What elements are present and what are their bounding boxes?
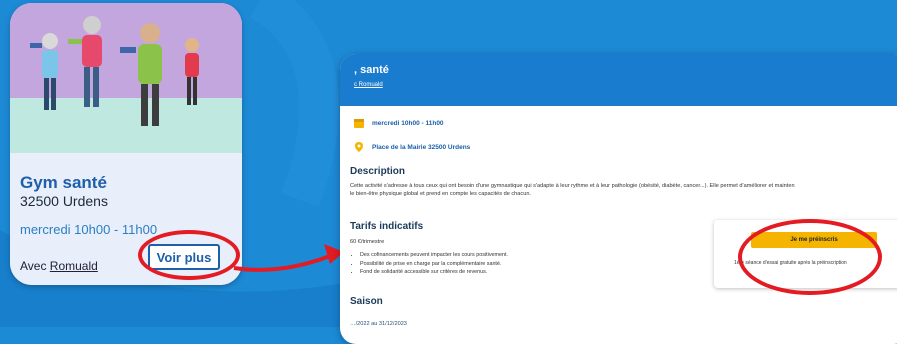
- tarifs-title: Tarifs indicatifs: [350, 221, 424, 232]
- description-title: Description: [350, 166, 406, 177]
- description-text-2: le bien-être physique global et prend en…: [350, 191, 531, 197]
- tarifs-item: Des cofinancements peuvent impacter les …: [360, 251, 508, 260]
- description-text: Cette activité s'adresse à tous ceux qui…: [350, 183, 795, 189]
- card-title: Gym santé: [20, 173, 107, 192]
- page-title: , santé: [354, 64, 389, 76]
- info-time-row: mercredi 10h00 - 11h00: [354, 118, 444, 128]
- coach-prefix: Avec: [20, 259, 50, 273]
- coach-link[interactable]: Romuald: [50, 259, 98, 273]
- calendar-icon: [354, 119, 364, 128]
- highlight-circle-preinscription: [738, 219, 882, 295]
- seniors-exercise-illustration: [10, 3, 242, 153]
- location-pin-icon: [355, 142, 363, 152]
- tarifs-item: Fond de solidarité accessible sur critèr…: [360, 268, 508, 277]
- saison-title: Saison: [350, 296, 383, 307]
- page-coach-link[interactable]: c Romuald: [354, 82, 383, 88]
- info-time: mercredi 10h00 - 11h00: [372, 119, 444, 127]
- card-time: mercredi 10h00 - 11h00: [20, 222, 158, 237]
- activity-detail-page: , santé c Romuald mercredi 10h00 - 11h00…: [340, 54, 897, 344]
- info-place-row: Place de la Mairie 32500 Urdens: [354, 142, 470, 152]
- tarifs-item: Possibilité de prise en charge par la co…: [360, 260, 508, 269]
- page-coach: c Romuald: [354, 82, 383, 88]
- card-coach: Avec Romuald: [20, 259, 98, 273]
- info-place: Place de la Mairie 32500 Urdens: [372, 143, 471, 151]
- red-arrow-icon: [233, 244, 344, 272]
- tarifs-list: Des cofinancements peuvent impacter les …: [350, 251, 508, 277]
- card-city: 32500 Urdens: [20, 193, 108, 209]
- page-header: , santé c Romuald: [340, 54, 897, 106]
